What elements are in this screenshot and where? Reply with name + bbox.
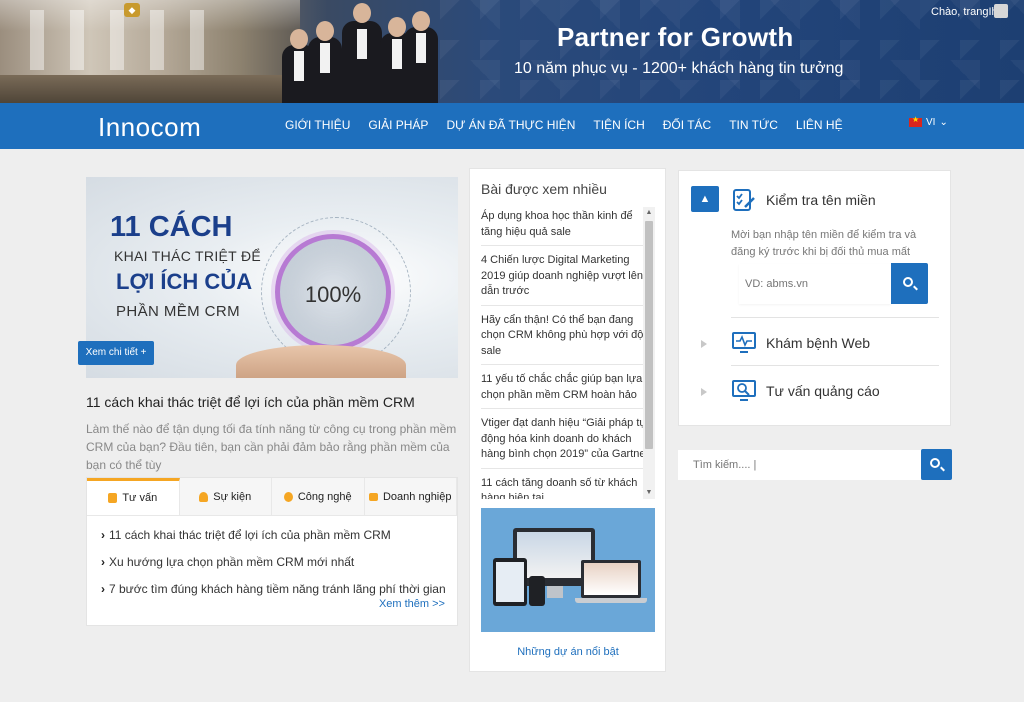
hero-tagline: Partner for Growth: [557, 22, 794, 52]
category-tabs-panel: Tư vấn Sự kiện Công nghệ Doanh nghiệp › 1…: [86, 477, 458, 626]
bell-icon: [199, 491, 209, 502]
briefcase-icon: [368, 492, 378, 501]
nav-item-tin-tuc[interactable]: TIN TỨC: [720, 103, 787, 149]
scroll-down-arrow-icon[interactable]: ▼: [643, 487, 655, 499]
main-menu: GIỚI THIỆU GIẢI PHÁP DỰ ÁN ĐÃ THỰC HIỆN …: [276, 103, 852, 149]
domain-check-icon: [733, 189, 755, 211]
phone-mockup: [529, 576, 545, 606]
popular-posts-title: Bài được xem nhiều: [481, 181, 607, 197]
popular-list-scrollbar[interactable]: ▲ ▼: [643, 207, 655, 499]
nav-item-doi-tac[interactable]: ĐỐI TÁC: [654, 103, 720, 149]
image-heading-2: LỢI ÍCH CỦA: [116, 269, 253, 294]
ring-value: 100%: [304, 282, 362, 307]
tab-label: Công nghệ: [297, 490, 352, 503]
language-code: VI: [926, 117, 936, 128]
search-icon: [902, 276, 913, 287]
expand-triangle-icon[interactable]: [701, 340, 707, 348]
divider: [731, 365, 939, 366]
team-photo: [282, 0, 442, 103]
list-item[interactable]: 11 yếu tố chắc chắc giúp bạn lựa chọn ph…: [481, 370, 651, 409]
language-switcher[interactable]: VI ⌄: [909, 115, 948, 128]
article-link[interactable]: 11 cách khai thác triệt để lợi ích của p…: [109, 528, 391, 542]
gear-icon: [283, 491, 293, 502]
laptop-mockup: [581, 560, 641, 598]
brand-logo[interactable]: Innocom: [98, 112, 201, 143]
expand-triangle-icon[interactable]: [701, 388, 707, 396]
nav-item-gioi-thieu[interactable]: GIỚI THIỆU: [276, 103, 359, 149]
web-check-title[interactable]: Khám bệnh Web: [766, 335, 870, 351]
tab-bar: Tư vấn Sự kiện Công nghệ Doanh nghiệp: [87, 478, 457, 516]
list-item[interactable]: Hãy cẩn thận! Có thể bạn đang chọn CRM k…: [481, 311, 651, 365]
nav-item-giai-phap[interactable]: GIẢI PHÁP: [359, 103, 437, 149]
chevron-right-icon: ›: [101, 555, 105, 569]
article-link[interactable]: 7 bước tìm đúng khách hàng tiềm năng trá…: [109, 582, 446, 596]
ads-consult-icon: [732, 380, 756, 401]
tab-cong-nghe[interactable]: Công nghệ: [272, 478, 365, 515]
tab-su-kien[interactable]: Sự kiện: [179, 478, 272, 515]
feature-article-title[interactable]: 11 cách khai thác triệt để lợi ích của p…: [86, 394, 415, 410]
tab-label: Tư vấn: [122, 492, 158, 504]
tab-tu-van[interactable]: Tư vấn: [87, 478, 180, 515]
nav-item-tien-ich[interactable]: TIỆN ÍCH: [584, 103, 653, 149]
list-item[interactable]: 11 cách tăng doanh số từ khách hàng hiện…: [481, 474, 651, 500]
hero-subtagline: 10 năm phục vụ - 1200+ khách hàng tin tư…: [514, 60, 844, 77]
chevron-right-icon: ›: [101, 582, 105, 596]
featured-projects-link[interactable]: Những dự án nổi bật: [481, 646, 655, 658]
chevron-down-icon: ⌄: [939, 117, 948, 128]
article-link[interactable]: Xu hướng lựa chọn phần mềm CRM mới nhất: [109, 555, 354, 569]
list-item[interactable]: 4 Chiến lược Digital Marketing 2019 giúp…: [481, 251, 651, 306]
feature-article-excerpt: Làm thế nào để tận dụng tối đa tính năng…: [86, 422, 457, 472]
document-icon: [108, 493, 118, 503]
see-more-link[interactable]: Xem thêm >>: [379, 598, 445, 610]
collapse-toggle-button[interactable]: ▲: [691, 186, 719, 212]
scrollbar-thumb[interactable]: [645, 221, 653, 449]
list-item[interactable]: Áp dụng khoa học thần kinh để tăng hiệu …: [481, 207, 651, 246]
article-list: › 11 cách khai thác triệt để lợi ích của …: [87, 516, 457, 603]
search-icon: [929, 457, 940, 468]
tablet-mockup: [493, 558, 527, 606]
popular-posts-list[interactable]: Áp dụng khoa học thần kinh để tăng hiệu …: [481, 207, 651, 499]
services-panel: ▲ Kiểm tra tên miền Mời bạn nhập tên miề…: [678, 170, 951, 426]
divider: [731, 317, 939, 318]
web-health-icon: [732, 332, 756, 353]
user-greeting[interactable]: Chào, trangIh: [931, 6, 998, 18]
office-photo: [0, 0, 300, 103]
ads-consult-title[interactable]: Tư vấn quảng cáo: [766, 383, 880, 399]
list-item[interactable]: › 11 cách khai thác triệt để lợi ích của …: [101, 522, 457, 549]
image-heading: 11 CÁCH: [110, 211, 233, 243]
domain-search-button[interactable]: [891, 263, 928, 304]
domain-check-description: Mời bạn nhập tên miền để kiểm tra và đăn…: [731, 229, 917, 258]
main-navbar: Innocom GIỚI THIỆU GIẢI PHÁP DỰ ÁN ĐÃ TH…: [0, 103, 1024, 149]
domain-check-title[interactable]: Kiểm tra tên miền: [766, 192, 876, 208]
progress-ring: 100%: [275, 234, 391, 350]
image-subheading-2: PHẦN MỀM CRM: [116, 303, 240, 320]
hero-banner: ◆ Partner for Growth 10 năm phục vụ - 12…: [0, 0, 1024, 103]
featured-projects-image[interactable]: [481, 508, 655, 632]
domain-search-input[interactable]: [739, 264, 891, 304]
tab-label: Doanh nghiệp: [382, 490, 452, 503]
site-search-button[interactable]: [921, 449, 952, 480]
nav-item-lien-he[interactable]: LIÊN HỆ: [787, 103, 852, 149]
tab-doanh-nghiep[interactable]: Doanh nghiệp: [364, 478, 457, 515]
image-subheading: KHAI THÁC TRIỆT ĐỂ: [114, 248, 261, 264]
nav-item-du-an[interactable]: DỰ ÁN ĐÃ THỰC HIỆN: [437, 103, 584, 149]
site-search-input[interactable]: [678, 450, 921, 480]
list-item[interactable]: Vtiger đạt danh hiệu “Giải pháp tự động …: [481, 414, 651, 469]
tab-label: Sự kiện: [213, 490, 252, 503]
list-item[interactable]: › Xu hướng lựa chọn phần mềm CRM mới nhất: [101, 549, 457, 576]
view-details-button[interactable]: Xem chi tiết +: [78, 341, 154, 365]
chevron-right-icon: ›: [101, 528, 105, 542]
vietnam-flag-icon: [909, 115, 922, 127]
scroll-up-arrow-icon[interactable]: ▲: [643, 207, 655, 219]
user-avatar-icon[interactable]: [994, 4, 1008, 18]
partner-logo-icon: ◆: [124, 3, 140, 17]
hand-graphic: [236, 345, 406, 378]
